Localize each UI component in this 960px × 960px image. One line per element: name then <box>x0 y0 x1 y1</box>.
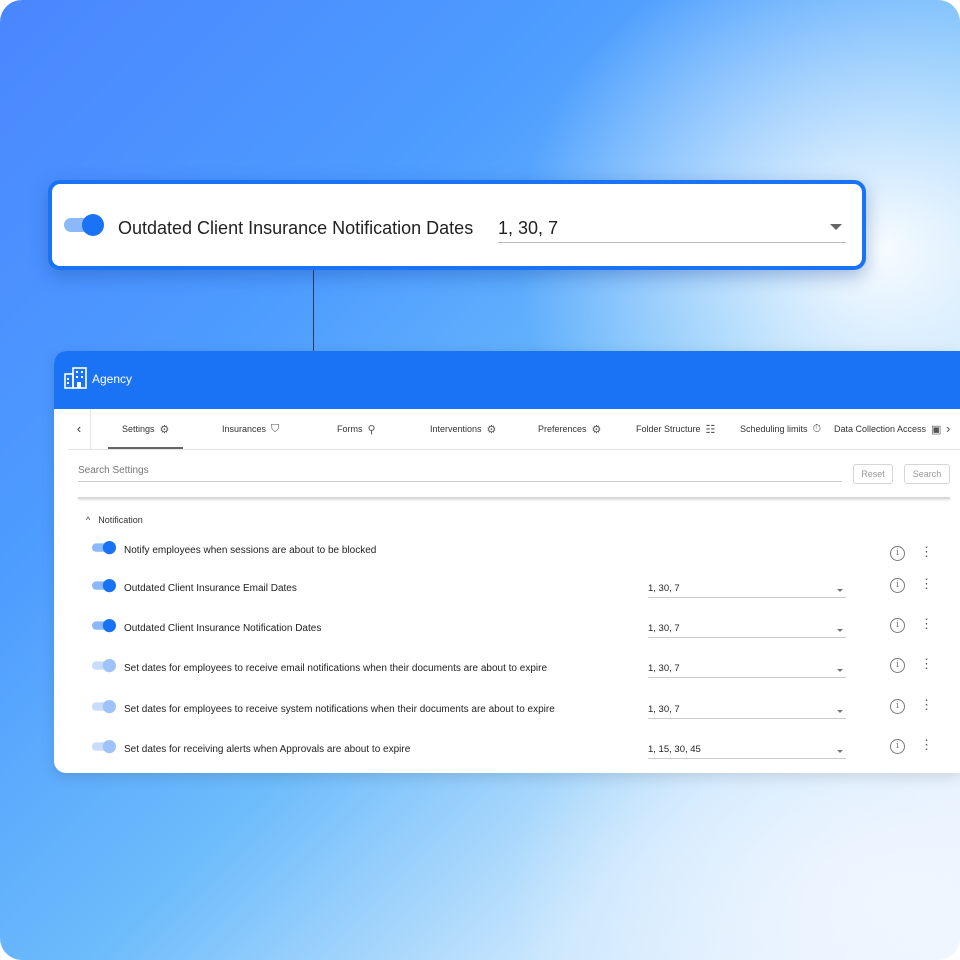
gear-icon: ⚙ <box>591 423 602 436</box>
more-vert-icon[interactable]: ⋮ <box>920 657 933 670</box>
folder-tree-icon: ☷ <box>705 423 716 436</box>
setting-toggle[interactable] <box>92 659 116 673</box>
chevron-down-icon[interactable] <box>837 750 843 753</box>
timer-icon: ⏱ <box>812 422 822 435</box>
app-header: Agency <box>54 351 960 409</box>
more-vert-icon[interactable]: ⋮ <box>920 617 933 630</box>
setting-toggle[interactable] <box>92 619 116 633</box>
setting-value-select[interactable]: 1, 30, 7 <box>648 704 680 715</box>
callout-label: Outdated Client Insurance Notification D… <box>118 218 474 238</box>
tab-settings[interactable]: Settings ⚙ <box>107 409 184 449</box>
app-title: Agency <box>92 372 133 386</box>
tab-data-collection-access[interactable]: Data Collection Access ▣ <box>834 409 941 449</box>
search-settings-field[interactable] <box>78 465 842 482</box>
setting-value-select[interactable]: 1, 30, 7 <box>648 663 680 674</box>
setting-value-select[interactable]: 1, 30, 7 <box>648 583 680 594</box>
divider <box>78 497 950 499</box>
forms-icon: ⚲ <box>367 423 376 436</box>
info-icon[interactable]: i <box>890 739 905 754</box>
setting-callout: Outdated Client Insurance Notification D… <box>48 180 866 270</box>
tab-label: Interventions <box>430 424 482 434</box>
tab-forms[interactable]: Forms ⚲ <box>337 409 376 449</box>
setting-label: Outdated Client Insurance Notification D… <box>124 623 322 634</box>
setting-row: Outdated Client Insurance Notification D… <box>92 617 948 639</box>
setting-toggle[interactable] <box>92 740 116 754</box>
setting-row: Set dates for receiving alerts when Appr… <box>92 738 948 760</box>
tab-label: Preferences <box>538 424 587 434</box>
callout-toggle[interactable] <box>64 214 104 236</box>
more-vert-icon[interactable]: ⋮ <box>920 577 933 590</box>
search-input[interactable] <box>78 465 842 476</box>
chevron-down-icon[interactable] <box>837 589 843 592</box>
select-underline <box>648 637 846 638</box>
setting-label: Outdated Client Insurance Email Dates <box>124 583 297 594</box>
chevron-down-icon[interactable] <box>837 710 843 713</box>
setting-value-select[interactable]: 1, 30, 7 <box>648 623 680 634</box>
setting-row: Set dates for employees to receive syste… <box>92 698 948 720</box>
setting-value-select[interactable]: 1, 15, 30, 45 <box>648 744 701 755</box>
setting-toggle[interactable] <box>92 579 116 593</box>
shield-icon: ⛉ <box>271 422 280 435</box>
setting-toggle[interactable] <box>92 541 116 555</box>
gear-icon: ⚙ <box>159 423 170 436</box>
setting-row: Notify employees when sessions are about… <box>92 541 948 561</box>
setting-label: Notify employees when sessions are about… <box>124 545 377 556</box>
setting-label: Set dates for employees to receive email… <box>124 663 548 674</box>
tab-bar: ‹ Settings ⚙ Insurances ⛉ Forms ⚲ Interv… <box>68 409 960 450</box>
select-underline <box>648 718 846 719</box>
tab-label: Data Collection Access <box>834 424 927 434</box>
setting-label: Set dates for employees to receive syste… <box>124 704 555 715</box>
setting-row: Outdated Client Insurance Email Dates 1,… <box>92 577 948 599</box>
more-vert-icon[interactable]: ⋮ <box>920 698 933 711</box>
gear-icon: ⚙ <box>486 423 497 436</box>
chevron-right-icon[interactable]: › <box>946 421 950 436</box>
chevron-down-icon[interactable] <box>830 224 842 230</box>
tab-label: Folder Structure <box>636 424 701 434</box>
settings-panel: ‹ Settings ⚙ Insurances ⛉ Forms ⚲ Interv… <box>68 409 960 773</box>
reset-button[interactable]: Reset <box>853 464 893 484</box>
more-vert-icon[interactable]: ⋮ <box>920 545 933 558</box>
callout-underline <box>498 242 846 243</box>
info-icon[interactable]: i <box>890 578 905 593</box>
chevron-left-icon[interactable]: ‹ <box>68 409 91 449</box>
tab-scheduling-limits[interactable]: Scheduling limits ⏱ <box>740 409 821 449</box>
tab-folder-structure[interactable]: Folder Structure ☷ <box>636 409 715 449</box>
section-title: Notification <box>98 515 143 525</box>
setting-row: Set dates for employees to receive email… <box>92 657 948 679</box>
building-icon <box>64 367 87 389</box>
select-underline <box>648 597 846 598</box>
search-button[interactable]: Search <box>904 464 950 484</box>
info-icon[interactable]: i <box>890 658 905 673</box>
tab-label: Scheduling limits <box>740 424 808 434</box>
background: Outdated Client Insurance Notification D… <box>0 0 960 960</box>
callout-value[interactable]: 1, 30, 7 <box>498 218 558 239</box>
tab-preferences[interactable]: Preferences ⚙ <box>538 409 601 449</box>
setting-label: Set dates for receiving alerts when Appr… <box>124 744 411 755</box>
tab-label: Forms <box>337 424 363 434</box>
tab-insurances[interactable]: Insurances ⛉ <box>222 409 279 449</box>
section-notification-header[interactable]: ^ Notification <box>86 515 143 525</box>
info-icon[interactable]: i <box>890 699 905 714</box>
tab-label: Insurances <box>222 424 267 434</box>
app-window: Agency ‹ Settings ⚙ Insurances ⛉ Forms ⚲ <box>54 351 960 773</box>
chevron-up-icon[interactable]: ^ <box>86 515 90 525</box>
select-underline <box>648 677 846 678</box>
info-icon[interactable]: i <box>890 546 905 561</box>
info-icon[interactable]: i <box>890 618 905 633</box>
chevron-down-icon[interactable] <box>837 629 843 632</box>
tab-interventions[interactable]: Interventions ⚙ <box>430 409 496 449</box>
tab-label: Settings <box>122 424 155 434</box>
more-vert-icon[interactable]: ⋮ <box>920 738 933 751</box>
select-underline <box>648 758 846 759</box>
chevron-down-icon[interactable] <box>837 669 843 672</box>
setting-toggle[interactable] <box>92 700 116 714</box>
monitor-icon: ▣ <box>931 423 942 436</box>
